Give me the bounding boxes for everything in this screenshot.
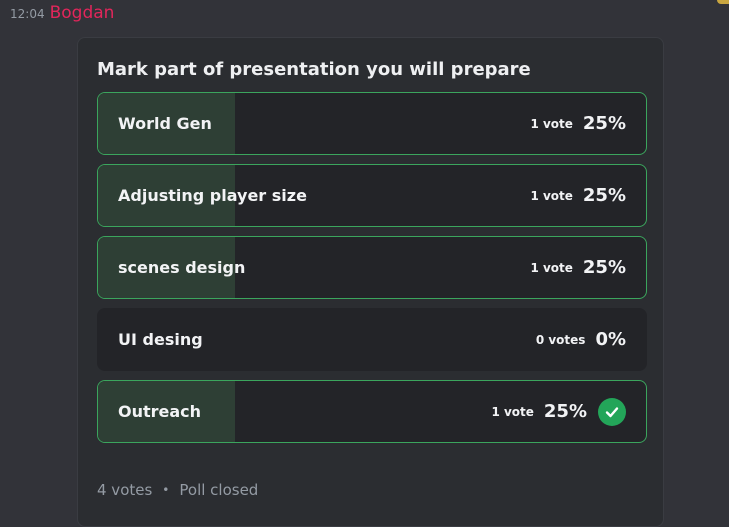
answer-label: scenes design: [118, 258, 246, 277]
poll-answer[interactable]: Adjusting player size 1 vote 25%: [97, 164, 647, 227]
check-icon: [598, 397, 626, 426]
answer-label: Adjusting player size: [118, 186, 307, 205]
poll-answer[interactable]: UI desing 0 votes 0%: [97, 308, 647, 371]
poll-status: Poll closed: [179, 481, 259, 499]
poll-answer[interactable]: Outreach 1 vote 25%: [97, 380, 647, 443]
total-votes[interactable]: 4 votes: [97, 481, 152, 499]
answer-label: UI desing: [118, 330, 203, 349]
vote-percent: 0%: [595, 329, 626, 350]
poll-answer[interactable]: scenes design 1 vote 25%: [97, 236, 647, 299]
poll-footer: 4 votes • Poll closed: [97, 481, 258, 499]
vote-percent: 25%: [582, 257, 626, 278]
answer-result: 0 votes 0%: [536, 309, 626, 370]
message-header: 12:04 Bogdan: [10, 3, 114, 27]
vote-percent: 25%: [582, 113, 626, 134]
vote-percent: 25%: [582, 185, 626, 206]
poll-answer[interactable]: World Gen 1 vote 25%: [97, 92, 647, 155]
answer-label: World Gen: [118, 114, 212, 133]
vote-count: 1 vote: [530, 260, 573, 275]
vote-percent: 25%: [543, 401, 587, 422]
vote-count: 1 vote: [530, 116, 573, 131]
answer-label: Outreach: [118, 402, 202, 421]
answer-result: 1 vote 25%: [530, 165, 626, 226]
vote-count: 1 vote: [491, 404, 534, 419]
answer-result: 1 vote 25%: [530, 93, 626, 154]
corner-decoration: [717, 0, 729, 4]
answer-result: 1 vote 25%: [530, 237, 626, 298]
check-icon-glyph: [605, 406, 619, 417]
footer-separator: •: [162, 483, 170, 497]
vote-count: 1 vote: [530, 188, 573, 203]
poll-answers: World Gen 1 vote 25% Adjusting player si…: [97, 92, 647, 452]
poll-question: Mark part of presentation you will prepa…: [97, 59, 531, 80]
message-timestamp[interactable]: 12:04: [10, 7, 45, 21]
vote-count: 0 votes: [535, 332, 586, 347]
answer-result: 1 vote 25%: [491, 381, 626, 442]
poll-card: Mark part of presentation you will prepa…: [77, 37, 664, 527]
author-name[interactable]: Bogdan: [50, 3, 115, 23]
